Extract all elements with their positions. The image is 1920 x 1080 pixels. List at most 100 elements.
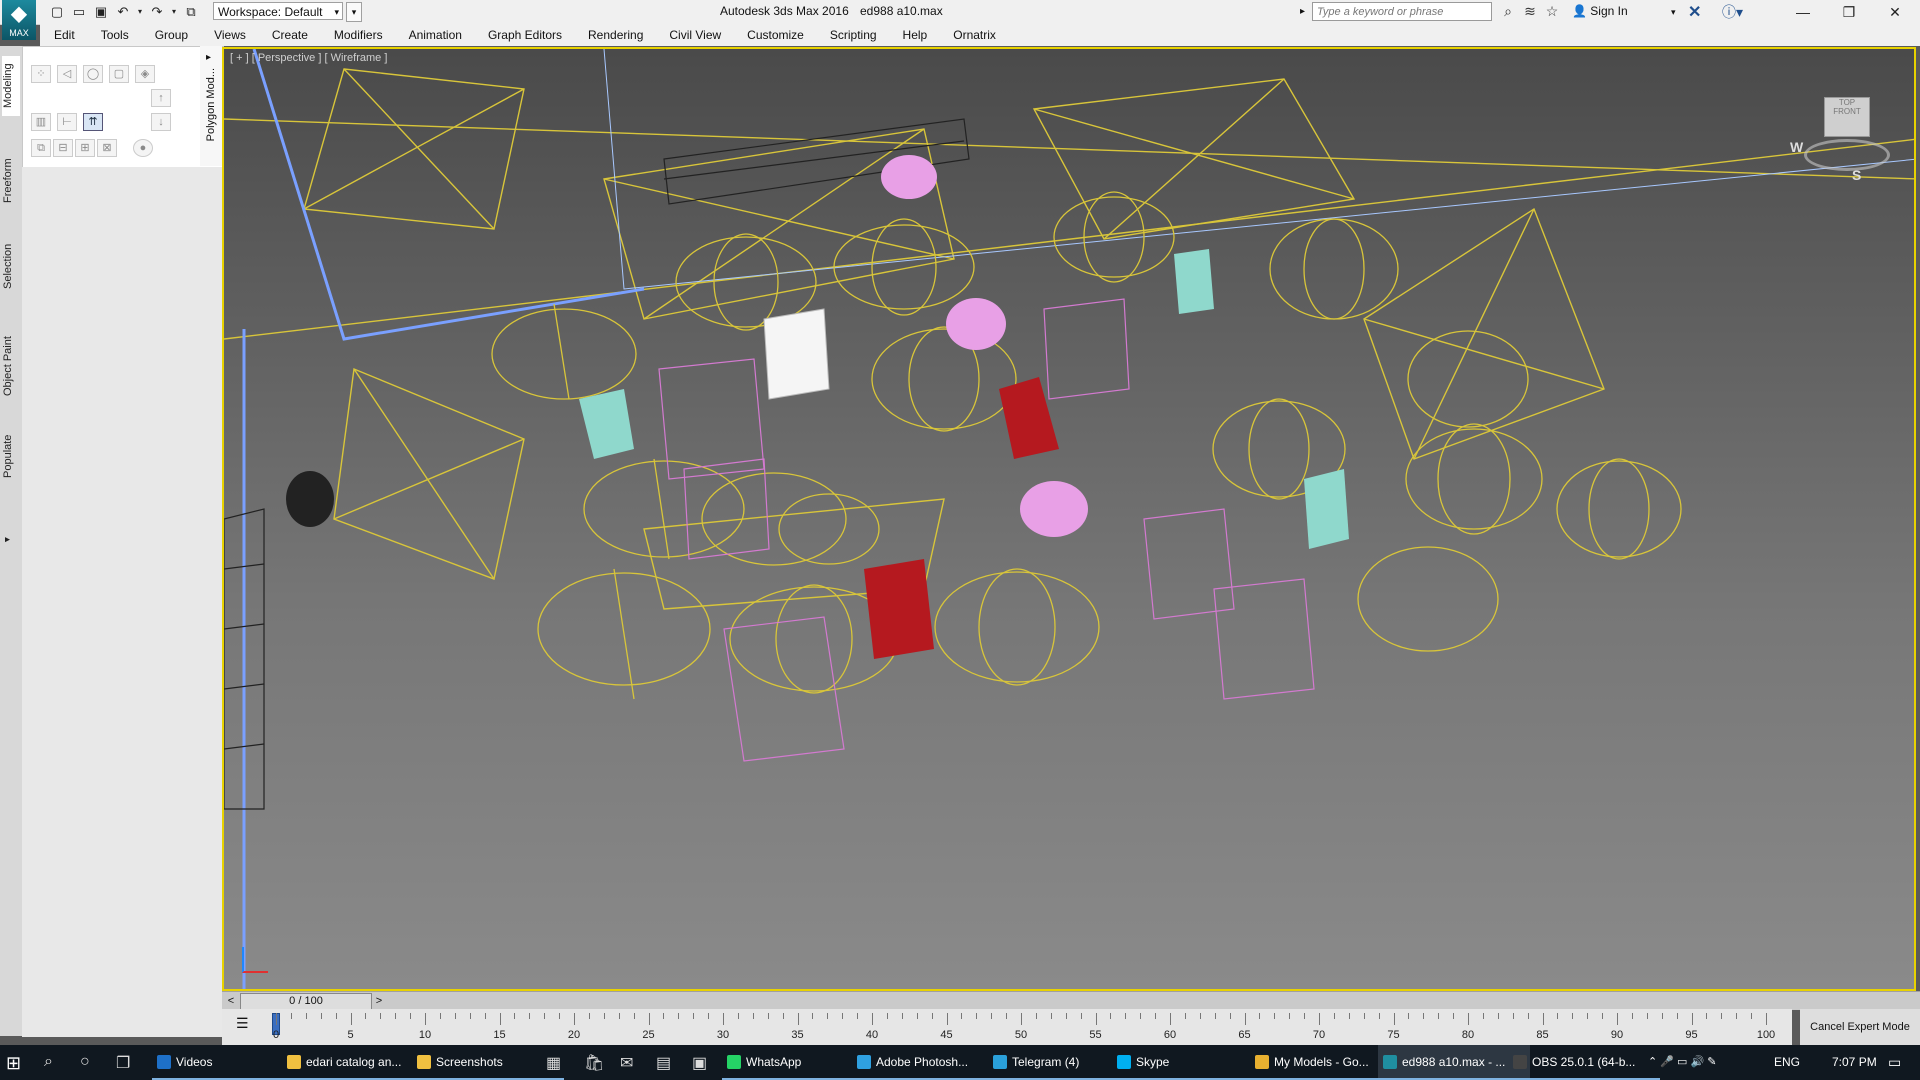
search-expand-icon[interactable]: ▸ bbox=[1300, 3, 1310, 21]
language-indicator[interactable]: ENG bbox=[1774, 1045, 1800, 1080]
make-unique-icon[interactable]: ⧉ bbox=[31, 139, 51, 157]
notifications-icon[interactable]: ▭ bbox=[1888, 1045, 1901, 1080]
menu-modifiers[interactable]: Modifiers bbox=[320, 28, 395, 42]
previous-frame-button[interactable]: < bbox=[224, 992, 238, 1010]
close-button[interactable]: ✕ bbox=[1872, 0, 1918, 24]
favorites-star-icon[interactable]: ☆ bbox=[1541, 3, 1563, 20]
element-icon[interactable]: ◈ bbox=[135, 65, 155, 83]
windows-start-icon[interactable]: ⊞ bbox=[6, 1053, 21, 1074]
collapse-icon[interactable]: ⊠ bbox=[97, 139, 117, 157]
polygon-modeling-label[interactable]: Polygon Mod... bbox=[205, 68, 217, 141]
save-icon[interactable]: ▣ bbox=[92, 3, 110, 21]
menu-graph-editors[interactable]: Graph Editors bbox=[474, 28, 574, 42]
next-frame-button[interactable]: > bbox=[372, 992, 386, 1010]
show-result-icon[interactable]: ⇈ bbox=[83, 113, 103, 131]
workspace-dropdown[interactable]: Workspace: Default ▾ bbox=[213, 2, 343, 20]
undo-dropdown-icon[interactable]: ▾ bbox=[136, 3, 144, 21]
project-folder-icon[interactable]: ⧉ bbox=[182, 3, 200, 21]
shrink-icon[interactable]: ↓ bbox=[151, 113, 171, 131]
customize-toolbar-icon[interactable]: ▾ bbox=[346, 2, 362, 22]
exchange-apps-icon[interactable]: ✕ bbox=[1688, 2, 1701, 22]
time-slider[interactable]: 0 / 100 bbox=[240, 993, 372, 1010]
restore-button[interactable]: ❐ bbox=[1826, 0, 1872, 24]
omni-lights bbox=[491, 191, 1682, 700]
remove-modifier-icon[interactable]: ⊟ bbox=[53, 139, 73, 157]
ruler-tick bbox=[1155, 1013, 1157, 1019]
menu-scripting[interactable]: Scripting bbox=[816, 28, 889, 42]
open-file-icon[interactable]: ▭ bbox=[70, 3, 88, 21]
taskbar-app[interactable]: WhatsApp bbox=[722, 1045, 864, 1080]
binoculars-icon[interactable]: ⌕ bbox=[1497, 3, 1519, 20]
menu-group[interactable]: Group bbox=[141, 28, 200, 42]
viewport-label[interactable]: [ + ] [ Perspective ] [ Wireframe ] bbox=[230, 52, 387, 64]
ruler-tick bbox=[1542, 1013, 1544, 1025]
frame-ruler[interactable]: 0 5 10 15 20 25 30 35 40 45 50 55 60 65 70 75 80 85 90 95 10… bbox=[272, 1013, 1782, 1045]
taskbar-app[interactable]: Videos bbox=[152, 1045, 296, 1080]
app-icon bbox=[727, 1055, 741, 1069]
taskbar-app[interactable]: OBS 25.0.1 (64-b... bbox=[1508, 1045, 1660, 1080]
edge-icon[interactable]: ◁ bbox=[57, 65, 77, 83]
menu-help[interactable]: Help bbox=[889, 28, 940, 42]
polygon-icon[interactable]: ▢ bbox=[109, 65, 129, 83]
grow-icon[interactable]: ↑ bbox=[151, 89, 171, 107]
search-input[interactable]: Type a keyword or phrase bbox=[1312, 2, 1492, 21]
redo-dropdown-icon[interactable]: ▾ bbox=[170, 3, 178, 21]
menu-edit[interactable]: Edit bbox=[40, 28, 87, 42]
menu-tools[interactable]: Tools bbox=[87, 28, 141, 42]
minimize-button[interactable]: — bbox=[1780, 0, 1826, 24]
ruler-label: 30 bbox=[716, 1029, 730, 1041]
help-icon[interactable]: ⓘ▾ bbox=[1722, 2, 1743, 22]
menu-views[interactable]: Views bbox=[200, 28, 258, 42]
preview-icon[interactable]: ● bbox=[133, 139, 153, 157]
taskbar-app[interactable]: Screenshots bbox=[412, 1045, 564, 1080]
tab-modeling[interactable]: Modeling bbox=[2, 56, 20, 116]
redo-icon[interactable]: ↷ bbox=[148, 3, 166, 21]
viewcube[interactable]: TOP FRONT W S bbox=[1790, 91, 1890, 183]
curve-editor-icon[interactable]: ☰ bbox=[236, 1015, 256, 1033]
menu-rendering[interactable]: Rendering bbox=[574, 28, 655, 42]
cancel-expert-mode-button[interactable]: Cancel Expert Mode bbox=[1800, 1009, 1920, 1045]
vertex-icon[interactable]: ⁘ bbox=[31, 65, 51, 83]
task-view-icon[interactable]: ❐ bbox=[116, 1053, 130, 1073]
tab-freeform[interactable]: Freeform bbox=[2, 146, 20, 216]
clock[interactable]: 7:07 PM bbox=[1832, 1045, 1877, 1080]
search-icon[interactable]: ⌕ bbox=[44, 1053, 53, 1071]
ruler-tick bbox=[1199, 1013, 1201, 1019]
tray-icons[interactable]: ⌃ 🎤 ▭ 🔊 ✎ bbox=[1648, 1045, 1716, 1080]
taskbar-app[interactable]: Skype bbox=[1112, 1045, 1264, 1080]
menu-civil-view[interactable]: Civil View bbox=[655, 28, 733, 42]
undo-icon[interactable]: ↶ bbox=[114, 3, 132, 21]
menu-animation[interactable]: Animation bbox=[395, 28, 474, 42]
taskbar-app-label: WhatsApp bbox=[746, 1055, 802, 1069]
mail-icon[interactable]: ✉ bbox=[620, 1053, 633, 1073]
taskbar-app[interactable]: Adobe Photosh... bbox=[852, 1045, 1006, 1080]
expand-arrow-icon[interactable]: ▸ bbox=[206, 52, 211, 63]
tab-selection[interactable]: Selection bbox=[2, 236, 20, 296]
border-icon[interactable]: ◯ bbox=[83, 65, 103, 83]
taskbar-app[interactable]: Telegram (4) bbox=[988, 1045, 1128, 1080]
photos-icon[interactable]: ▣ bbox=[692, 1053, 707, 1073]
cortana-icon[interactable]: ○ bbox=[80, 1053, 90, 1071]
modify-mode-icon[interactable]: ▥ bbox=[31, 113, 51, 131]
subscription-icon[interactable]: ≋ bbox=[1519, 3, 1541, 20]
menu-customize[interactable]: Customize bbox=[733, 28, 816, 42]
menu-create[interactable]: Create bbox=[258, 28, 320, 42]
ribbon-toggle-icon[interactable]: ◂ bbox=[2, 531, 20, 549]
tab-populate[interactable]: Populate bbox=[2, 426, 20, 486]
ruler-tick bbox=[1676, 1013, 1678, 1019]
tab-object-paint[interactable]: Object Paint bbox=[2, 326, 20, 406]
configure-sets-icon[interactable]: ⊞ bbox=[75, 139, 95, 157]
calculator-icon[interactable]: ▦ bbox=[546, 1053, 561, 1073]
ruler-tick bbox=[335, 1013, 337, 1019]
file-explorer-icon[interactable]: ▤ bbox=[656, 1053, 671, 1073]
perspective-viewport[interactable]: [ + ] [ Perspective ] [ Wireframe ] TOP … bbox=[222, 47, 1916, 991]
ruler-label: 60 bbox=[1163, 1029, 1177, 1041]
app-menu-button[interactable]: ◆ MAX bbox=[2, 0, 36, 40]
pin-stack-icon[interactable]: ⊢ bbox=[57, 113, 77, 131]
store-icon[interactable]: 🛍 bbox=[584, 1053, 604, 1073]
ruler-tick bbox=[544, 1013, 546, 1019]
sign-in-button[interactable]: 👤 Sign In ▾ bbox=[1572, 4, 1676, 18]
new-file-icon[interactable]: ▢ bbox=[48, 3, 66, 21]
workspace-label: Workspace: Default bbox=[218, 5, 323, 19]
menu-ornatrix[interactable]: Ornatrix bbox=[939, 28, 1008, 42]
